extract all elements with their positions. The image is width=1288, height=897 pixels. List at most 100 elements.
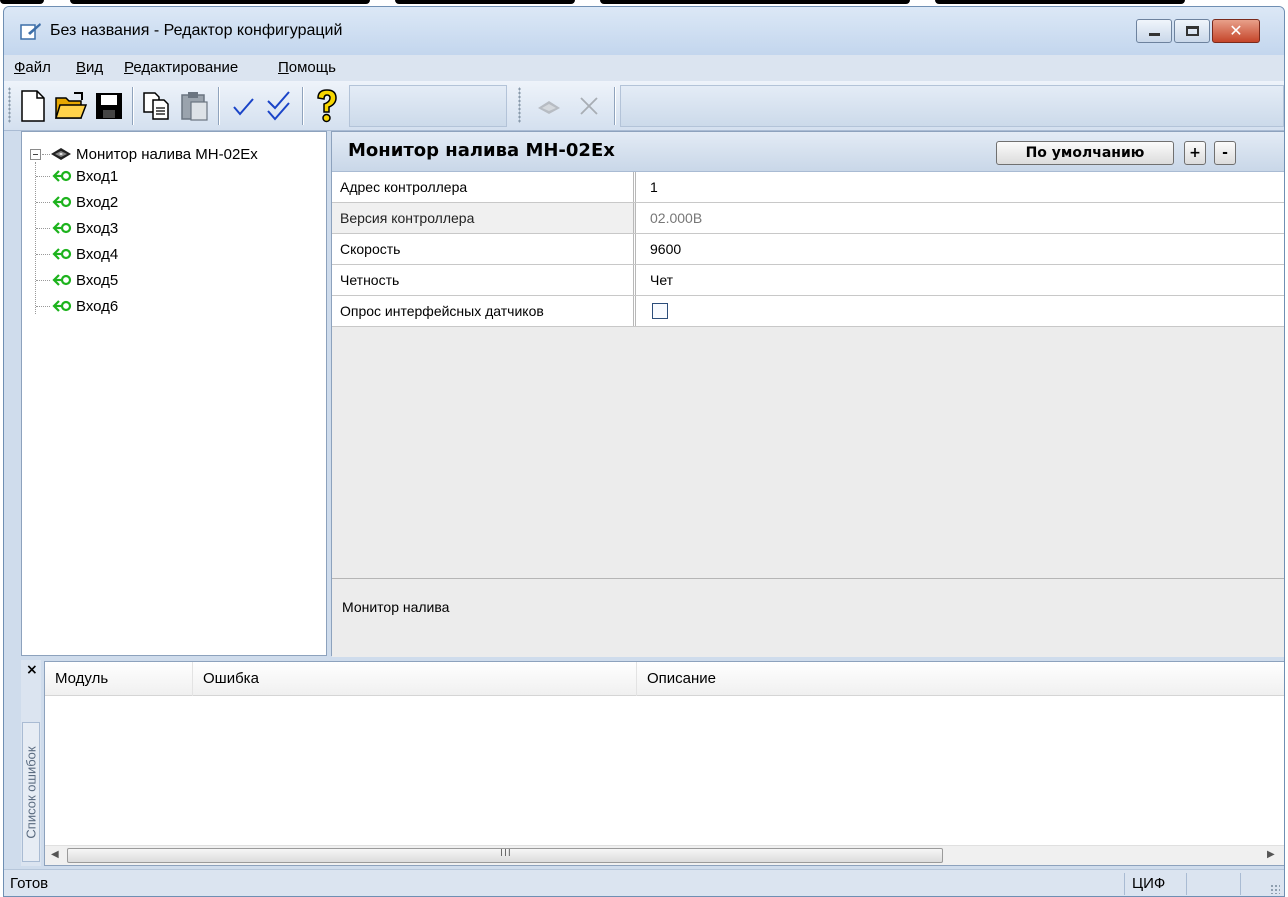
minimize-button[interactable] — [1136, 19, 1172, 43]
maximize-icon — [1186, 26, 1199, 36]
horizontal-scrollbar[interactable]: ◀ III ▶ — [45, 845, 1284, 865]
tree-node-label: Вход4 — [76, 245, 119, 263]
menu-file[interactable]: Файл — [14, 59, 51, 76]
paste-button[interactable] — [176, 87, 214, 125]
tree-node-label: Монитор налива МН-02Ex — [76, 145, 258, 163]
input-icon — [52, 170, 72, 182]
error-list-side-bar: × Список ошибок — [21, 660, 41, 866]
status-bar: Готов ЦИФ — [4, 869, 1284, 896]
scroll-thumb[interactable]: III — [67, 848, 943, 863]
column-header-error[interactable]: Ошибка — [193, 662, 637, 696]
delete-button[interactable] — [570, 87, 608, 125]
close-button[interactable]: ✕ — [1212, 19, 1260, 43]
error-list: Модуль Ошибка Описание ◀ III ▶ — [44, 661, 1284, 866]
properties-title: Монитор налива МН-02Ex — [348, 140, 615, 161]
property-name: Адрес контроллера — [332, 172, 636, 202]
save-icon — [96, 93, 122, 119]
check-all-button[interactable] — [260, 87, 298, 125]
property-name: Четность — [332, 265, 636, 295]
grip-icon: III — [500, 848, 512, 859]
property-value[interactable]: 9600 — [650, 234, 681, 264]
property-description: Монитор налива — [332, 578, 1284, 657]
tree-connector — [36, 228, 50, 229]
property-value[interactable]: 1 — [650, 172, 658, 202]
save-button[interactable] — [90, 87, 128, 125]
tree-connector — [36, 254, 50, 255]
module-tree[interactable]: Монитор налива МН-02Ex Вход1 Вход2 Вход3… — [21, 131, 327, 656]
sensor-poll-checkbox[interactable] — [652, 303, 668, 319]
tree-connector — [36, 280, 50, 281]
window-title: Без названия - Редактор конфигураций — [50, 22, 343, 39]
tree-connector — [42, 154, 50, 155]
delete-icon — [580, 97, 598, 115]
collapse-toggle[interactable] — [30, 149, 41, 160]
status-mode: ЦИФ — [1132, 875, 1166, 892]
toolbar-empty-segment — [620, 85, 1284, 127]
toolbar-separator — [614, 87, 616, 125]
properties-header: Монитор налива МН-02Ex По умолчанию + - — [332, 132, 1284, 172]
status-pane-divider — [1124, 873, 1125, 895]
toolbar-grip[interactable] — [8, 87, 11, 123]
tree-node-input5[interactable]: Вход5 — [52, 269, 118, 291]
description-text: Монитор налива — [342, 599, 450, 615]
collapse-all-button[interactable]: - — [1214, 141, 1236, 165]
property-row[interactable]: Скорость 9600 — [332, 234, 1284, 265]
toolbar-separator — [302, 87, 304, 125]
status-pane-divider — [1240, 873, 1241, 895]
add-module-icon — [538, 101, 560, 114]
minimize-icon — [1149, 33, 1160, 36]
menu-help[interactable]: Помощь — [278, 59, 336, 76]
close-error-list-icon[interactable]: × — [26, 662, 38, 678]
check-button[interactable] — [224, 87, 262, 125]
tree-node-input3[interactable]: Вход3 — [52, 217, 118, 239]
property-value[interactable]: Чет — [650, 265, 673, 295]
expand-all-button[interactable]: + — [1184, 141, 1206, 165]
properties-panel: Монитор налива МН-02Ex По умолчанию + - … — [331, 131, 1284, 657]
column-header-module[interactable]: Модуль — [45, 662, 193, 696]
error-list-tab[interactable]: Список ошибок — [22, 722, 40, 862]
scroll-right-icon[interactable]: ▶ — [1267, 849, 1275, 860]
property-name: Скорость — [332, 234, 636, 264]
maximize-button[interactable] — [1174, 19, 1210, 43]
tree-node-label: Вход3 — [76, 219, 119, 237]
tree-node-input6[interactable]: Вход6 — [52, 295, 118, 317]
help-icon — [317, 89, 337, 123]
toolbar-separator — [218, 87, 220, 125]
property-row[interactable]: Четность Чет — [332, 265, 1284, 296]
status-pane-divider — [1186, 873, 1187, 895]
menu-view[interactable]: Вид — [76, 59, 103, 76]
tree-node-input2[interactable]: Вход2 — [52, 191, 118, 213]
monitor-module-icon — [51, 148, 71, 160]
resize-grip-icon[interactable] — [1270, 884, 1280, 894]
tree-connector — [35, 162, 36, 314]
input-icon — [52, 222, 72, 234]
toolbar-separator — [132, 87, 134, 125]
tree-node-root[interactable]: Монитор налива МН-02Ex — [50, 143, 258, 165]
property-row[interactable]: Опрос интерфейсных датчиков — [332, 296, 1284, 327]
tree-node-input4[interactable]: Вход4 — [52, 243, 118, 265]
add-module-button[interactable] — [530, 87, 568, 125]
copy-button[interactable] — [138, 87, 176, 125]
tree-connector — [36, 202, 50, 203]
column-header-description[interactable]: Описание — [637, 662, 1284, 696]
scroll-left-icon[interactable]: ◀ — [51, 849, 59, 860]
title-bar[interactable]: Без названия - Редактор конфигураций ✕ — [4, 7, 1284, 55]
error-list-header: Модуль Ошибка Описание — [45, 662, 1284, 696]
input-icon — [52, 274, 72, 286]
tree-node-label: Вход1 — [76, 167, 119, 185]
tree-node-input1[interactable]: Вход1 — [52, 165, 118, 187]
copy-icon — [143, 92, 169, 120]
default-button[interactable]: По умолчанию — [996, 141, 1174, 165]
property-row[interactable]: Адрес контроллера 1 — [332, 172, 1284, 203]
new-file-button[interactable] — [14, 87, 52, 125]
app-window: Без названия - Редактор конфигураций ✕ Ф… — [3, 6, 1285, 897]
toolbar-grip[interactable] — [518, 87, 521, 123]
property-row[interactable]: Версия контроллера 02.000B — [332, 203, 1284, 234]
tree-node-label: Вход6 — [76, 297, 119, 315]
property-name: Опрос интерфейсных датчиков — [332, 296, 636, 326]
close-icon: ✕ — [1229, 21, 1243, 40]
open-button[interactable] — [52, 87, 90, 125]
new-file-icon — [21, 90, 45, 122]
help-button[interactable] — [308, 87, 346, 125]
menu-edit[interactable]: Редактирование — [124, 59, 238, 76]
